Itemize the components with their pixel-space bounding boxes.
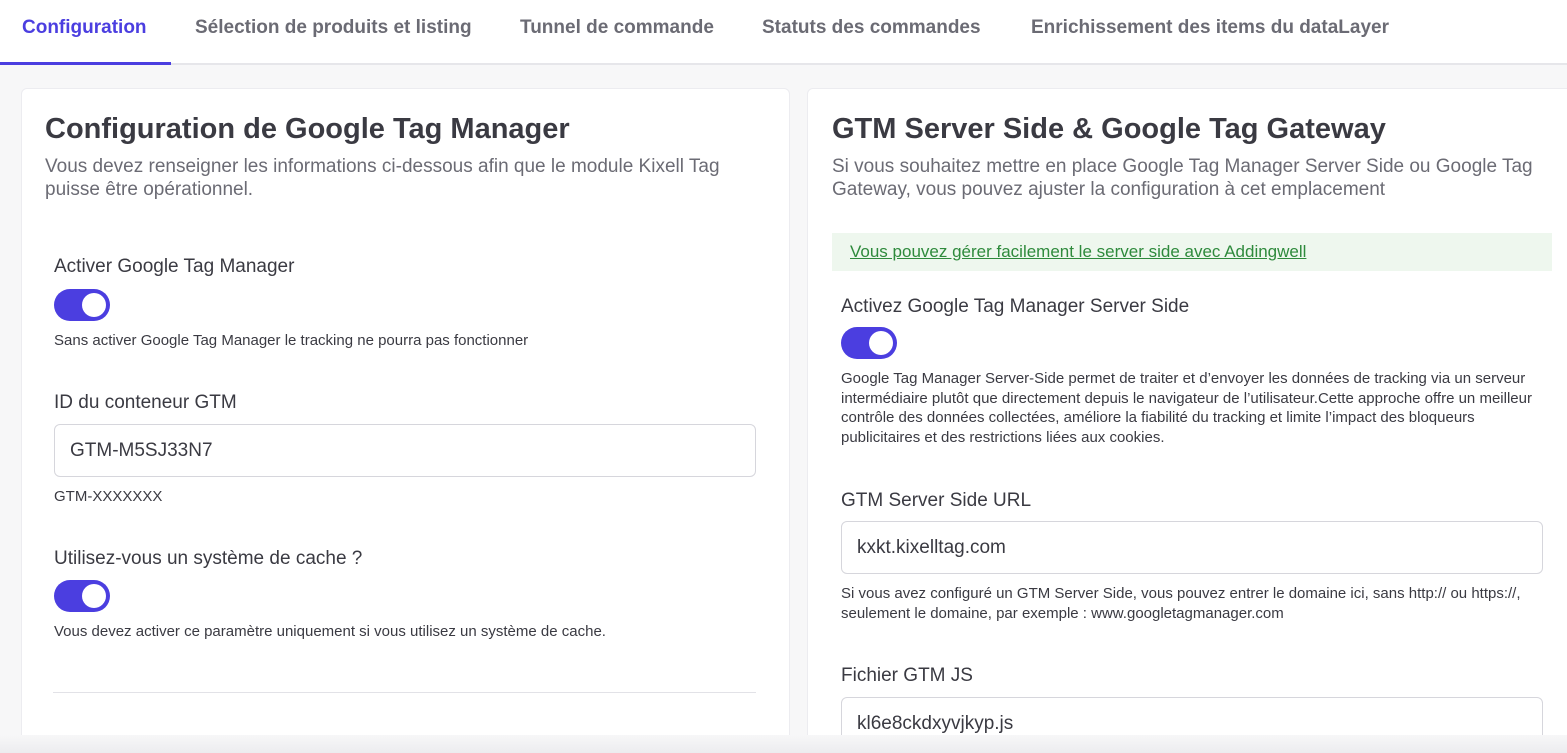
addingwell-notice: Vous pouvez gérer facilement le server s… <box>832 233 1552 271</box>
gtm-config-title: Configuration de Google Tag Manager <box>45 113 570 145</box>
server-side-toggle[interactable] <box>841 327 897 359</box>
addingwell-link[interactable]: Vous pouvez gérer facilement le server s… <box>850 242 1306 262</box>
server-side-help: Google Tag Manager Server-Side permet de… <box>841 370 1532 446</box>
enable-gtm-help: Sans activer Google Tag Manager le track… <box>54 332 529 349</box>
js-file-label: Fichier GTM JS <box>841 665 973 686</box>
cache-toggle[interactable] <box>54 580 110 612</box>
enable-gtm-toggle[interactable] <box>54 289 110 321</box>
active-tab-indicator <box>0 62 171 65</box>
container-id-label: ID du conteneur GTM <box>54 392 237 413</box>
cache-help: Vous devez activer ce paramètre uniqueme… <box>54 623 606 640</box>
tab-order-statuses[interactable]: Statuts des commandes <box>762 17 981 39</box>
server-side-label: Activez Google Tag Manager Server Side <box>841 296 1190 317</box>
server-url-input[interactable] <box>841 521 1543 574</box>
server-side-title: GTM Server Side & Google Tag Gateway <box>832 113 1386 145</box>
tab-bar: Configuration Sélection de produits et l… <box>0 0 1567 65</box>
server-side-description: Si vous souhaitez mettre en place Google… <box>832 156 1533 200</box>
server-url-help: Si vous avez configuré un GTM Server Sid… <box>841 585 1521 622</box>
tab-product-selection[interactable]: Sélection de produits et listing <box>195 17 472 39</box>
container-id-input[interactable] <box>54 424 756 477</box>
section-divider <box>53 692 756 693</box>
tab-configuration[interactable]: Configuration <box>22 17 147 39</box>
toggle-knob <box>82 293 106 317</box>
gtm-config-description: Vous devez renseigner les informations c… <box>45 156 720 200</box>
bottom-shadow <box>0 735 1567 753</box>
toggle-knob <box>869 331 893 355</box>
server-url-label: GTM Server Side URL <box>841 490 1032 511</box>
tab-datalayer-enrichment[interactable]: Enrichissement des items du dataLayer <box>1031 17 1389 39</box>
tab-checkout-funnel[interactable]: Tunnel de commande <box>520 17 714 39</box>
toggle-knob <box>82 584 106 608</box>
enable-gtm-label: Activer Google Tag Manager <box>54 256 295 277</box>
container-id-help: GTM-XXXXXXX <box>54 488 163 505</box>
cache-label: Utilisez-vous un système de cache ? <box>54 548 363 569</box>
